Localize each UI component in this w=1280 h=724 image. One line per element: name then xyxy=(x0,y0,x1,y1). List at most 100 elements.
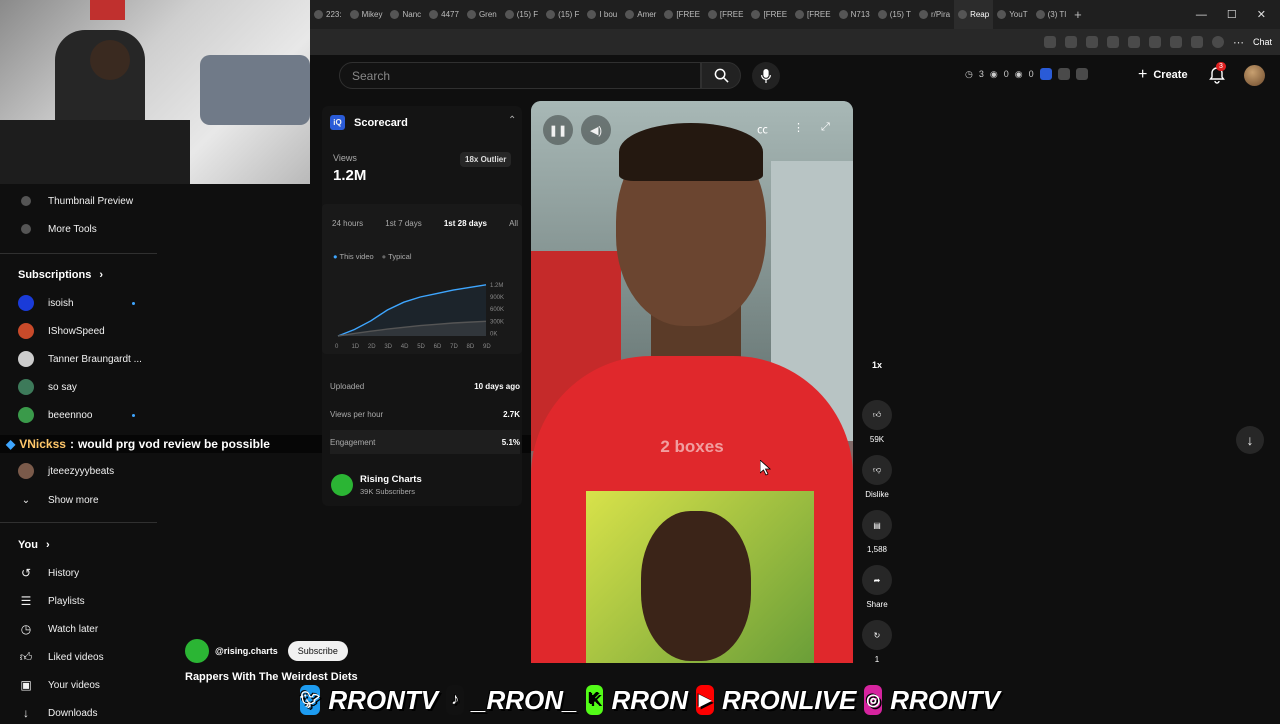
close-icon[interactable]: ✕ xyxy=(1257,8,1266,21)
extension-icon[interactable] xyxy=(1039,68,1052,80)
browser-tab[interactable]: 4477 xyxy=(425,0,463,29)
like-button[interactable]: 👍︎ 59K xyxy=(862,400,892,444)
puzzle-icon[interactable] xyxy=(1190,36,1203,48)
show-more-button[interactable]: ⌄ Show more xyxy=(18,489,99,511)
share-label: Share xyxy=(866,600,888,609)
menu-dots-icon[interactable]: ⋯ xyxy=(1233,36,1244,49)
browser-tab[interactable]: r/Pira xyxy=(915,0,954,29)
browser-tab[interactable]: (15) T xyxy=(874,0,915,29)
subscribe-button[interactable]: Subscribe xyxy=(287,641,348,661)
browser-tab[interactable]: N713 xyxy=(835,0,874,29)
browser-tab[interactable]: [FREE xyxy=(747,0,791,29)
tab-label: Gren xyxy=(478,10,497,19)
search-input[interactable]: Search xyxy=(339,62,701,89)
subscriptions-heading[interactable]: Subscriptions › xyxy=(18,269,103,281)
channel-handle[interactable]: @rising.charts xyxy=(215,646,278,656)
sidebar-item-subscription[interactable]: isoish xyxy=(18,292,74,314)
channel-avatar[interactable] xyxy=(331,474,353,496)
browser-tab[interactable]: 223: xyxy=(310,0,346,29)
extension-icon[interactable] xyxy=(1043,36,1056,48)
sidebar-item-playlists[interactable]: ☰ Playlists xyxy=(18,590,85,612)
search-button[interactable] xyxy=(701,62,741,89)
new-tab-button[interactable]: + xyxy=(1070,0,1086,29)
time-range-tab[interactable]: 1st 28 days xyxy=(444,219,487,228)
sidebar-item-thumbnail-preview[interactable]: Thumbnail Preview xyxy=(18,190,133,212)
browser-tab[interactable]: Gren xyxy=(463,0,501,29)
share-button[interactable]: ➦ Share xyxy=(862,565,892,609)
channel-avatar[interactable] xyxy=(185,639,209,663)
extension-icon[interactable] xyxy=(1106,36,1119,48)
sidebar-item-liked-videos[interactable]: 👍︎ Liked videos xyxy=(18,646,104,668)
extension-icon[interactable] xyxy=(1127,36,1140,48)
voice-search-button[interactable] xyxy=(752,62,780,90)
remix-count: 1 xyxy=(874,655,880,664)
minimize-icon[interactable]: — xyxy=(1196,9,1207,21)
shorts-video-player[interactable]: 2 boxes ❚❚ ◀) ㏄ ⋮ ⤢ xyxy=(531,101,853,663)
extension-icon[interactable] xyxy=(1075,68,1088,80)
browser-tab[interactable]: [FREE xyxy=(791,0,835,29)
sidebar-item-label: beeennoo xyxy=(48,409,93,421)
extension-icon[interactable] xyxy=(1085,36,1098,48)
extension-icon[interactable] xyxy=(1057,68,1070,80)
browser-tab[interactable]: (15) F xyxy=(542,0,583,29)
sidebar-item-subscription[interactable]: so say xyxy=(18,376,77,398)
sidebar-item-your-videos[interactable]: ▣ Your videos xyxy=(18,674,100,696)
browser-tab[interactable]: Nanc xyxy=(386,0,425,29)
browser-tab[interactable]: Amer xyxy=(621,0,660,29)
live-indicator xyxy=(132,302,135,305)
channel-name[interactable]: Rising Charts xyxy=(360,474,422,485)
sidebar-item-subscription[interactable]: beeennoo xyxy=(18,404,93,426)
extension-stats: ◷ 3 ◉ 0 ◉ 0 xyxy=(965,68,1088,80)
extension-icon[interactable] xyxy=(1148,36,1161,48)
create-button[interactable]: + Create xyxy=(1138,64,1188,86)
you-heading[interactable]: You › xyxy=(18,539,50,551)
share-icon: ➦ xyxy=(862,565,892,595)
browser-tab[interactable]: Mikey xyxy=(346,0,387,29)
browser-tab[interactable]: [FREE xyxy=(660,0,704,29)
sidebar-item-subscription[interactable]: Tanner Braungardt ... xyxy=(18,348,142,370)
browser-tab[interactable]: I bou xyxy=(583,0,621,29)
time-range-tab[interactable]: All xyxy=(509,219,518,228)
pause-button[interactable]: ❚❚ xyxy=(543,115,573,145)
browser-tab[interactable]: Reap xyxy=(954,0,994,29)
profile-icon[interactable] xyxy=(1211,36,1224,48)
sidebar-item-label: isoish xyxy=(48,297,74,309)
sidebar-item-history[interactable]: ↺ History xyxy=(18,562,79,584)
divider xyxy=(0,522,157,523)
comments-button[interactable]: ▤ 1,588 xyxy=(862,510,892,554)
extension-icon[interactable] xyxy=(1169,36,1182,48)
favicon-icon xyxy=(877,10,887,19)
sidebar-item-watch-later[interactable]: ◷ Watch later xyxy=(18,618,98,640)
more-vert-icon[interactable]: ⋮ xyxy=(793,121,804,134)
sidebar-item-downloads[interactable]: ↓ Downloads xyxy=(18,702,97,724)
chat-message-text: would prg vod review be possible xyxy=(77,437,270,451)
sidebar-item-subscription[interactable]: jteeezyyybeats xyxy=(18,460,114,482)
dislike-button[interactable]: 👎︎ Dislike xyxy=(862,455,892,499)
tab-label: r/Pira xyxy=(930,10,951,19)
favicon-icon xyxy=(429,10,439,19)
next-video-button[interactable]: ↓ xyxy=(1236,426,1264,454)
chevron-up-icon[interactable]: ⌃ xyxy=(508,115,516,126)
sidebar-item-more-tools[interactable]: More Tools xyxy=(18,218,97,240)
channel-avatar xyxy=(18,379,34,395)
volume-button[interactable]: ◀) xyxy=(581,115,611,145)
favicon-icon xyxy=(958,10,968,19)
tab-label: I bou xyxy=(599,10,618,19)
time-range-tab[interactable]: 1st 7 days xyxy=(385,219,421,228)
remix-button[interactable]: ↻ 1 xyxy=(862,620,892,664)
browser-tab[interactable]: (3) Tl xyxy=(1032,0,1071,29)
browser-tab[interactable]: (15) F xyxy=(501,0,542,29)
browser-tab[interactable]: YouT xyxy=(993,0,1031,29)
captions-icon[interactable]: ㏄ xyxy=(757,121,768,137)
time-range-tab[interactable]: 24 hours xyxy=(332,219,363,228)
chat-button[interactable]: Chat xyxy=(1253,37,1272,47)
expand-icon[interactable]: ⤢ xyxy=(821,121,830,134)
browser-tab[interactable]: [FREE xyxy=(704,0,748,29)
star-icon[interactable] xyxy=(1064,36,1077,48)
avatar[interactable] xyxy=(1244,65,1265,86)
maximize-icon[interactable]: ☐ xyxy=(1227,8,1237,21)
sidebar-item-subscription[interactable]: IShowSpeed xyxy=(18,320,105,342)
views-line-chart: 1.2M 900K 600K 300K 0K 0 1D 2D 3D 4D 5D 6D 7D 8D 9D xyxy=(335,283,504,350)
stat-row-views-per-hour: Views per hour 2.7K xyxy=(330,409,520,419)
playback-speed-button[interactable]: 1x xyxy=(862,360,892,370)
